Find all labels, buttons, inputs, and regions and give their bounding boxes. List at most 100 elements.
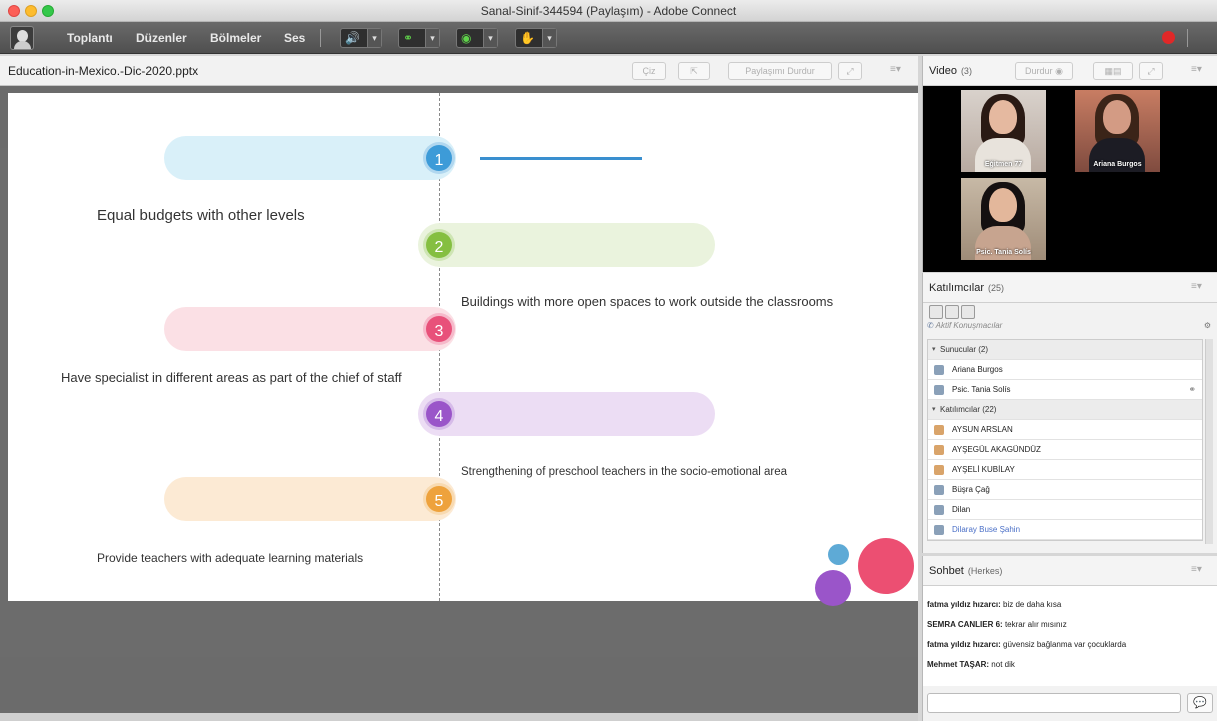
recording-indicator[interactable] — [1162, 31, 1175, 44]
slide-text-5: Strengthening of preschool teachers in t… — [461, 466, 788, 478]
stop-video-button[interactable]: Durdur ◉ — [1015, 62, 1073, 80]
video-pod-title: Video (3) — [929, 65, 972, 77]
speaker-toggle[interactable]: 🔊 ▾ — [340, 28, 382, 48]
presentation-slide: 1 Equal budgets with other levels 2 Buil… — [8, 93, 918, 606]
chat-pod: Sohbet (Herkes) ≡▾ fatma yıldız hızarcı: … — [922, 556, 1217, 721]
timeline-step-4: 4 — [423, 398, 455, 430]
chat-message: fatma yıldız hızarcı: biz de daha kısa — [927, 600, 1062, 609]
decor-dot-pink — [858, 538, 914, 594]
speech-bubble-icon: 💬 — [1193, 697, 1207, 709]
chat-pod-header: Sohbet (Herkes) ≡▾ — [923, 556, 1217, 586]
video-pod: Video (3) Durdur ◉ ▦▤ ⤢ ≡▾ Eğitmen 77 Ari… — [922, 56, 1217, 272]
list-item[interactable]: Büşra Çağ — [928, 480, 1202, 500]
stop-sharing-button[interactable]: Paylaşımı Durdur — [728, 62, 832, 80]
user-avatar-icon[interactable] — [10, 26, 34, 50]
video-layout-button[interactable]: ▦▤ — [1093, 62, 1133, 80]
mic-icon: ⚭ — [403, 31, 414, 45]
webcam-toggle[interactable]: ◉ ▾ — [456, 28, 498, 48]
participant-icon — [934, 485, 944, 495]
list-item[interactable]: AYŞEGÜL AKAGÜNDÜZ — [928, 440, 1202, 460]
decor-dot-purple — [815, 570, 851, 606]
chat-message: fatma yıldız hızarcı: güvensiz bağlanma … — [927, 640, 1127, 649]
pod-options-icon[interactable]: ≡▾ — [1191, 281, 1202, 292]
app-menubar: Toplantı Düzenler Bölmeler Ses 🔊 ▾ ⚭ ▾ ◉ ▾ … — [0, 22, 1217, 54]
slide-text-2: Equal budgets with other levels — [97, 207, 305, 224]
microphone-toggle[interactable]: ⚭ ▾ — [398, 28, 440, 48]
fullscreen-button[interactable]: ⤢ — [838, 62, 862, 80]
list-item[interactable]: Ariana Burgos — [928, 360, 1202, 380]
timeline-step-5: 5 — [423, 483, 455, 515]
menu-pods[interactable]: Bölmeler — [210, 31, 261, 45]
video-grid: Eğitmen 77 Ariana Burgos Psic. Tania Sol… — [923, 86, 1217, 272]
video-tile[interactable]: Eğitmen 77 — [961, 90, 1046, 172]
chat-input[interactable] — [927, 693, 1181, 713]
attendees-pod-header: Katılımcılar (25) ≡▾ — [923, 273, 1217, 303]
pointer-button[interactable]: ⇱ — [678, 62, 710, 80]
chat-messages: fatma yıldız hızarcı: biz de daha kısa S… — [923, 586, 1217, 686]
chevron-down-icon[interactable]: ▾ — [483, 29, 497, 47]
chat-message: SEMRA CANLIER 6: tekrar alır mısınız — [927, 620, 1067, 629]
list-item[interactable]: Psic. Tania Solís ⚭ — [928, 380, 1202, 400]
slide-text-6: Provide teachers with adequate learning … — [97, 551, 364, 565]
list-item[interactable]: AYŞELİ KUBİLAY — [928, 460, 1202, 480]
pointer-icon: ⇱ — [690, 66, 698, 76]
presenter-icon — [934, 385, 944, 395]
phone-icon: ✆ — [927, 321, 934, 330]
presenters-group[interactable]: ▾ Sunucular (2) — [928, 340, 1202, 360]
video-tile[interactable]: Psic. Tania Solís — [961, 178, 1046, 260]
participant-icon — [934, 425, 944, 435]
presenter-icon — [934, 365, 944, 375]
attendee-list-scrollbar[interactable] — [1205, 339, 1213, 544]
webcam-icon: ◉ — [461, 31, 472, 45]
attendees-pod-title: Katılımcılar (25) — [929, 282, 1005, 294]
timeline-step-1: 1 — [423, 142, 455, 174]
fullscreen-icon: ⤢ — [1147, 66, 1155, 76]
timeline-step-2: 2 — [423, 229, 455, 261]
pod-options-icon[interactable]: ≡▾ — [1191, 64, 1202, 75]
participant-icon — [934, 505, 944, 515]
webcam-icon: ◉ — [1055, 66, 1063, 76]
pod-options-icon[interactable]: ≡▾ — [890, 64, 901, 75]
menu-meeting[interactable]: Toplantı — [67, 31, 113, 45]
slide-text-3: Buildings with more open spaces to work … — [461, 294, 834, 309]
menu-divider — [1187, 29, 1188, 47]
active-speakers-label: Aktif Konuşmacılar — [935, 321, 1003, 330]
list-item[interactable]: Dilaray Buse Şahin — [928, 520, 1202, 540]
active-speakers-row[interactable]: ✆ Aktif Konuşmacılar ⚙ — [927, 321, 1213, 337]
list-view-icon[interactable] — [929, 305, 943, 319]
pod-options-icon[interactable]: ≡▾ — [1191, 564, 1202, 575]
menu-divider — [320, 29, 321, 47]
draw-button[interactable]: Çiz — [632, 62, 666, 80]
participant-icon — [934, 465, 944, 475]
chevron-down-icon[interactable]: ▾ — [542, 29, 556, 47]
slide-bottom-margin — [0, 657, 918, 713]
list-item[interactable]: Dilan — [928, 500, 1202, 520]
chevron-down-icon[interactable]: ▾ — [425, 29, 439, 47]
slide-text-4: Have specialist in different areas as pa… — [61, 370, 402, 385]
timeline-bar-4 — [418, 392, 715, 436]
timeline-bar-3 — [164, 307, 456, 351]
raise-hand-toggle[interactable]: ✋ ▾ — [515, 28, 557, 48]
send-message-button[interactable]: 💬 — [1187, 693, 1213, 713]
grid-layout-icon: ▦▤ — [1104, 66, 1122, 76]
decor-dot-blue — [828, 544, 849, 565]
microphone-status-icon: ⚭ — [1188, 384, 1196, 394]
video-fullscreen-button[interactable]: ⤢ — [1139, 62, 1163, 80]
settings-icon[interactable]: ⚙ — [1204, 321, 1211, 330]
sort-icon[interactable] — [961, 305, 975, 319]
timeline-bar-5 — [164, 477, 456, 521]
list-item[interactable]: AYSUN ARSLAN — [928, 420, 1202, 440]
breakout-view-icon[interactable] — [945, 305, 959, 319]
menu-audio[interactable]: Ses — [284, 31, 305, 45]
participants-group[interactable]: ▾ Katılımcılar (22) — [928, 400, 1202, 420]
menu-layouts[interactable]: Düzenler — [136, 31, 187, 45]
timeline-step-3: 3 — [423, 313, 455, 345]
share-pod-header: Education-in-Mexico.-Dic-2020.pptx Çiz ⇱… — [0, 56, 918, 86]
video-tile[interactable]: Ariana Burgos — [1075, 90, 1160, 172]
share-status-strip — [0, 713, 918, 721]
video-pod-header: Video (3) Durdur ◉ ▦▤ ⤢ ≡▾ — [923, 56, 1217, 86]
video-participant-name: Eğitmen 77 — [984, 161, 1023, 168]
timeline-bar-2 — [418, 223, 715, 267]
chevron-down-icon[interactable]: ▾ — [367, 29, 381, 47]
attendee-list: ▾ Sunucular (2) Ariana Burgos Psic. Tania… — [927, 339, 1203, 541]
